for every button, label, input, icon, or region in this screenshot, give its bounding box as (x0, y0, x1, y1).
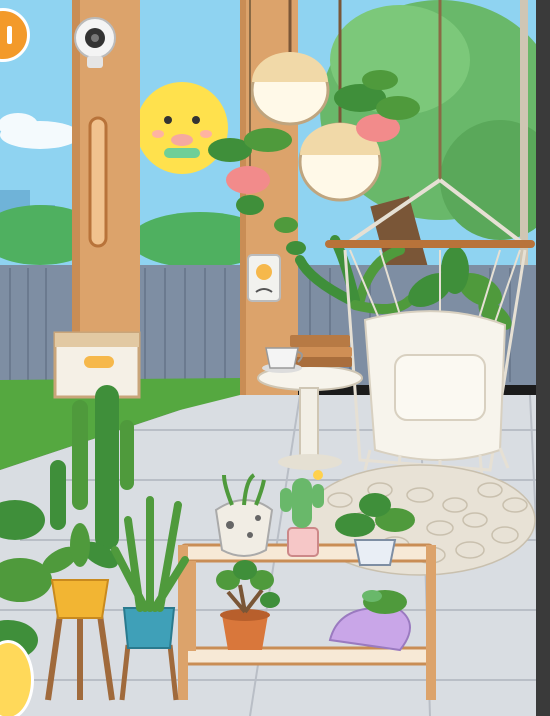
sun-character[interactable] (136, 82, 228, 174)
pause-icon (7, 26, 12, 44)
screen-edge (536, 0, 550, 716)
doorbell[interactable] (247, 254, 281, 302)
coffee-cup[interactable] (262, 347, 303, 373)
game-scene (0, 0, 550, 716)
scene-art (0, 0, 550, 716)
book-stack[interactable] (290, 335, 352, 367)
wall-drawer[interactable] (53, 331, 141, 399)
